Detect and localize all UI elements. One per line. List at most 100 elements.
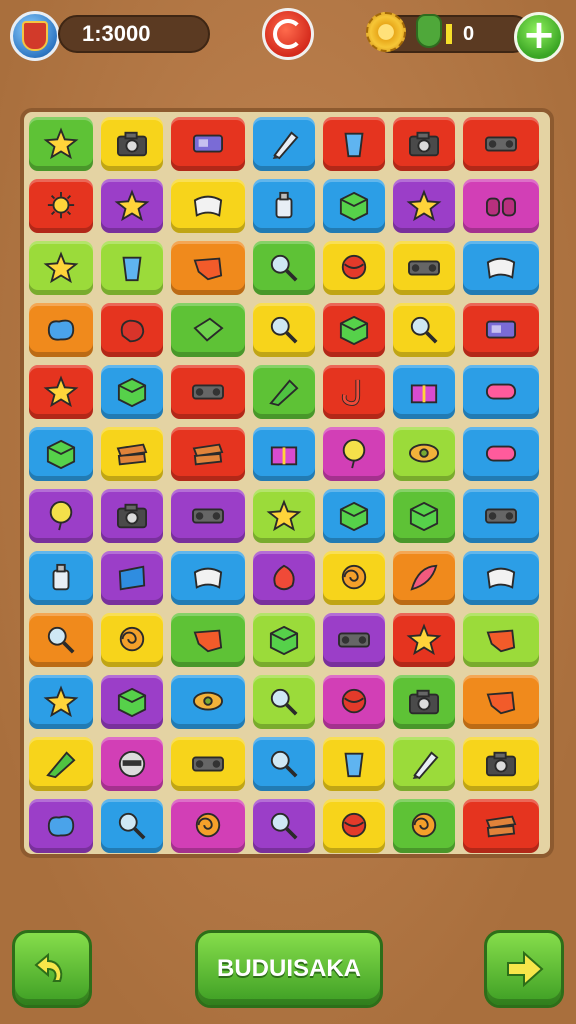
tile-eye[interactable] [171, 675, 245, 729]
tile-balloon[interactable] [323, 427, 385, 481]
camera-icon [114, 501, 150, 531]
tile-feather[interactable] [393, 551, 455, 605]
tile-tape[interactable] [171, 179, 245, 233]
tile-speaker[interactable] [171, 737, 245, 791]
next-button[interactable] [484, 930, 564, 1008]
tile-cube[interactable] [101, 365, 163, 419]
tile-planks[interactable] [101, 427, 163, 481]
add-currency-button[interactable]: + [514, 12, 564, 62]
tile-camera[interactable] [393, 675, 455, 729]
tile-cup[interactable] [323, 117, 385, 171]
camera-icon [406, 129, 442, 159]
tile-cube[interactable] [323, 179, 385, 233]
tile-magnifier[interactable] [253, 303, 315, 357]
tile-pillow[interactable] [171, 303, 245, 357]
tile-swirl[interactable] [101, 613, 163, 667]
tile-card[interactable] [101, 551, 163, 605]
tile-speaker[interactable] [171, 489, 245, 543]
tile-ball[interactable] [323, 675, 385, 729]
tile-tube[interactable] [463, 365, 539, 419]
swirl-icon [406, 811, 442, 841]
tile-star[interactable] [29, 675, 93, 729]
bottle-icon [266, 191, 302, 221]
tile-tape[interactable] [463, 241, 539, 295]
tile-cup[interactable] [323, 737, 385, 791]
undo-arrow-icon [34, 952, 63, 982]
tile-magnifier[interactable] [29, 613, 93, 667]
tile-gift[interactable] [253, 427, 315, 481]
tile-planks[interactable] [171, 427, 245, 481]
tile-tape[interactable] [171, 551, 245, 605]
cup-icon [336, 129, 372, 159]
star-icon [406, 189, 442, 222]
restart-button[interactable] [262, 8, 314, 60]
tile-pen[interactable] [253, 117, 315, 171]
tile-camera[interactable] [101, 117, 163, 171]
tile-gift[interactable] [393, 365, 455, 419]
undo-button[interactable] [12, 930, 92, 1008]
tile-blob[interactable] [29, 303, 93, 357]
tile-star[interactable] [393, 179, 455, 233]
tile-speaker[interactable] [323, 613, 385, 667]
tile-star[interactable] [29, 117, 93, 171]
main-action-button[interactable]: BUDUISAKA [195, 930, 383, 1008]
tile-tape[interactable] [463, 551, 539, 605]
tile-block[interactable] [463, 303, 539, 357]
tile-ball[interactable] [323, 799, 385, 853]
tube-icon [483, 377, 519, 407]
tile-star[interactable] [253, 489, 315, 543]
tile-shell[interactable] [253, 551, 315, 605]
profile-badge-icon[interactable] [10, 11, 60, 61]
tile-cone[interactable] [253, 365, 315, 419]
tile-binoculars[interactable] [463, 179, 539, 233]
tile-cup[interactable] [101, 241, 163, 295]
tile-swirl[interactable] [323, 551, 385, 605]
tile-bottle[interactable] [253, 179, 315, 233]
tile-magnifier[interactable] [393, 303, 455, 357]
tube-icon [483, 439, 519, 469]
tile-scarf[interactable] [171, 241, 245, 295]
tile-magnifier[interactable] [253, 241, 315, 295]
tile-tube[interactable] [463, 427, 539, 481]
tile-cube[interactable] [29, 427, 93, 481]
tile-swirl[interactable] [393, 799, 455, 853]
tile-hook[interactable] [323, 365, 385, 419]
tile-magnifier[interactable] [253, 737, 315, 791]
tile-ball[interactable] [323, 241, 385, 295]
tile-magnifier[interactable] [253, 675, 315, 729]
tile-cube[interactable] [323, 303, 385, 357]
tile-speaker[interactable] [463, 489, 539, 543]
tile-bottle[interactable] [29, 551, 93, 605]
tile-cube[interactable] [101, 675, 163, 729]
tile-magnifier[interactable] [101, 799, 163, 853]
tile-speaker[interactable] [463, 117, 539, 171]
tile-star[interactable] [29, 241, 93, 295]
tile-swirl[interactable] [171, 799, 245, 853]
tile-camera[interactable] [101, 489, 163, 543]
tile-star[interactable] [29, 365, 93, 419]
tile-star[interactable] [393, 613, 455, 667]
tile-scarf[interactable] [463, 675, 539, 729]
tile-camera[interactable] [393, 117, 455, 171]
tile-cone[interactable] [29, 737, 93, 791]
tile-speaker[interactable] [393, 241, 455, 295]
tile-block[interactable] [171, 117, 245, 171]
tile-scarf[interactable] [463, 613, 539, 667]
tile-scarf[interactable] [171, 613, 245, 667]
tile-cube[interactable] [253, 613, 315, 667]
tile-magnifier[interactable] [253, 799, 315, 853]
tile-helmet[interactable] [101, 737, 163, 791]
tile-speaker[interactable] [171, 365, 245, 419]
tile-cube[interactable] [393, 489, 455, 543]
tile-star[interactable] [101, 179, 163, 233]
tile-balloon[interactable] [29, 489, 93, 543]
cup-icon [336, 749, 372, 779]
tile-sun[interactable] [29, 179, 93, 233]
tile-cube[interactable] [323, 489, 385, 543]
tile-blob[interactable] [29, 799, 93, 853]
tile-camera[interactable] [463, 737, 539, 791]
tile-eye[interactable] [393, 427, 455, 481]
tile-glove[interactable] [101, 303, 163, 357]
tile-pen[interactable] [393, 737, 455, 791]
tile-planks[interactable] [463, 799, 539, 853]
